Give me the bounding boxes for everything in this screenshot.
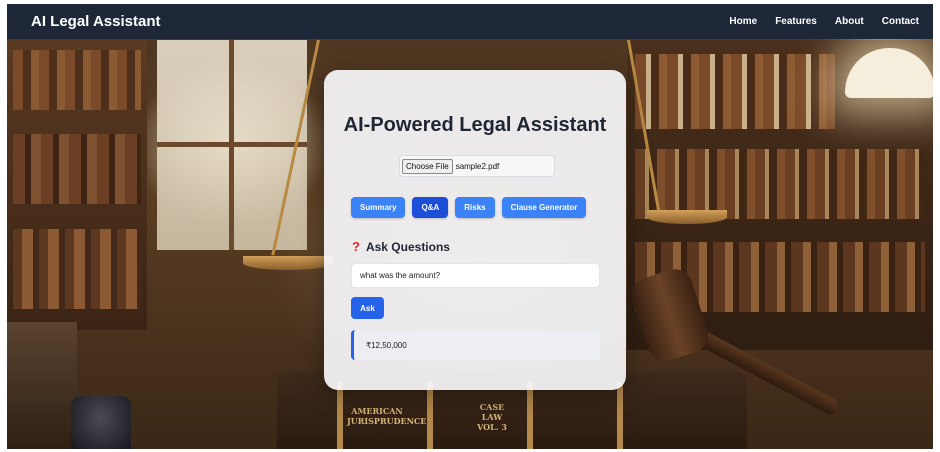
question-input[interactable] [351,263,600,288]
window-frame-bar [157,142,307,147]
section-heading: ? Ask Questions [352,239,450,254]
nav-contact[interactable]: Contact [882,16,919,27]
scale-pan [243,256,333,270]
books-left [13,50,141,110]
section-title: Ask Questions [365,239,450,254]
books-left [13,229,141,309]
book-spine-title: AMERICAN JURISPRUDENCE [347,406,427,426]
page-frame: AMERICAN JURISPRUDENCE CASE LAW VOL. 3 A… [7,4,933,449]
answer-box: ₹12,50,000 [351,330,600,360]
brand-title[interactable]: AI Legal Assistant [31,13,160,30]
tab-summary[interactable]: Summary [351,197,406,218]
answer-text: ₹12,50,000 [366,340,407,350]
scale-pan [647,210,727,224]
selected-file-name: sample2.pdf [455,161,500,171]
books-left [13,134,141,204]
nav-home[interactable]: Home [729,16,757,27]
assistant-card: AI-Powered Legal Assistant Choose File s… [324,70,626,390]
book-spine-title: CASE LAW VOL. 3 [477,402,507,432]
book-stack-left [7,322,77,449]
nav-features[interactable]: Features [775,16,817,27]
choose-file-button[interactable]: Choose File [402,158,453,174]
tab-risks[interactable]: Risks [455,197,495,218]
nav-links: Home Features About Contact [729,16,919,27]
nav-about[interactable]: About [835,16,864,27]
books-right [635,149,925,219]
ask-button[interactable]: Ask [351,297,384,319]
question-mark-icon: ? [352,239,360,254]
navbar: AI Legal Assistant Home Features About C… [7,4,933,39]
feature-tabs: Summary Q&A Risks Clause Generator [351,197,587,218]
tab-clause-generator[interactable]: Clause Generator [501,197,587,218]
page-title: AI-Powered Legal Assistant [343,114,607,136]
books-right [635,54,835,129]
file-input[interactable]: Choose File sample2.pdf [399,155,555,177]
tab-qa[interactable]: Q&A [412,197,449,218]
inkwell [71,396,131,449]
